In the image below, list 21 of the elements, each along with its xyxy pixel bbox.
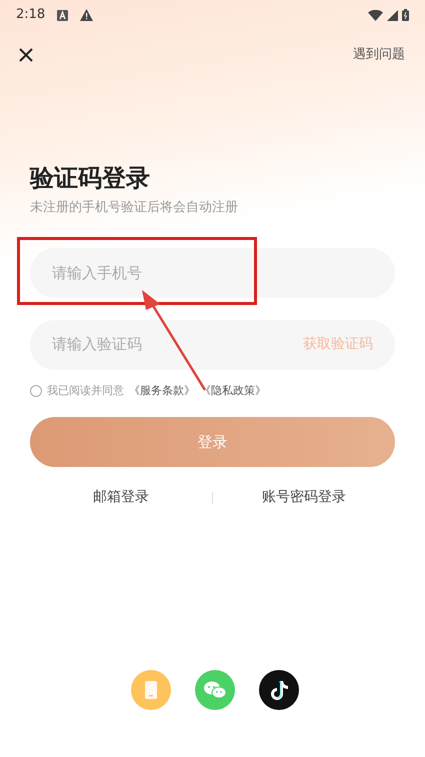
- phone-field[interactable]: 请输入手机号: [30, 248, 395, 298]
- battery-icon: [402, 9, 409, 21]
- music-note-icon: [268, 679, 288, 701]
- agreement-checkbox[interactable]: [30, 384, 42, 397]
- policy-link[interactable]: 《服务条款》: [129, 382, 195, 399]
- chat-bubbles-icon: [202, 680, 226, 700]
- close-icon: [19, 48, 33, 62]
- agreement-text: 我已阅读并同意: [47, 382, 124, 398]
- warning-icon: [80, 9, 94, 21]
- alt-login-link[interactable]: 账号密码登录: [262, 487, 346, 508]
- policy-link[interactable]: 《隐私政策》: [200, 382, 266, 399]
- subtitle: 未注册的手机号验证后将会自动注册: [30, 199, 239, 217]
- page-title: 验证码登录: [30, 163, 151, 194]
- help-link[interactable]: 遇到问题: [353, 45, 405, 65]
- status-time: 2:18: [16, 6, 46, 24]
- social-login-button[interactable]: [258, 670, 298, 710]
- alt-login-link[interactable]: 邮箱登录: [93, 487, 149, 508]
- notification-icon: [57, 10, 68, 20]
- phone-icon: [144, 680, 158, 700]
- signal-icon: [387, 10, 398, 20]
- wifi-icon: [368, 10, 383, 20]
